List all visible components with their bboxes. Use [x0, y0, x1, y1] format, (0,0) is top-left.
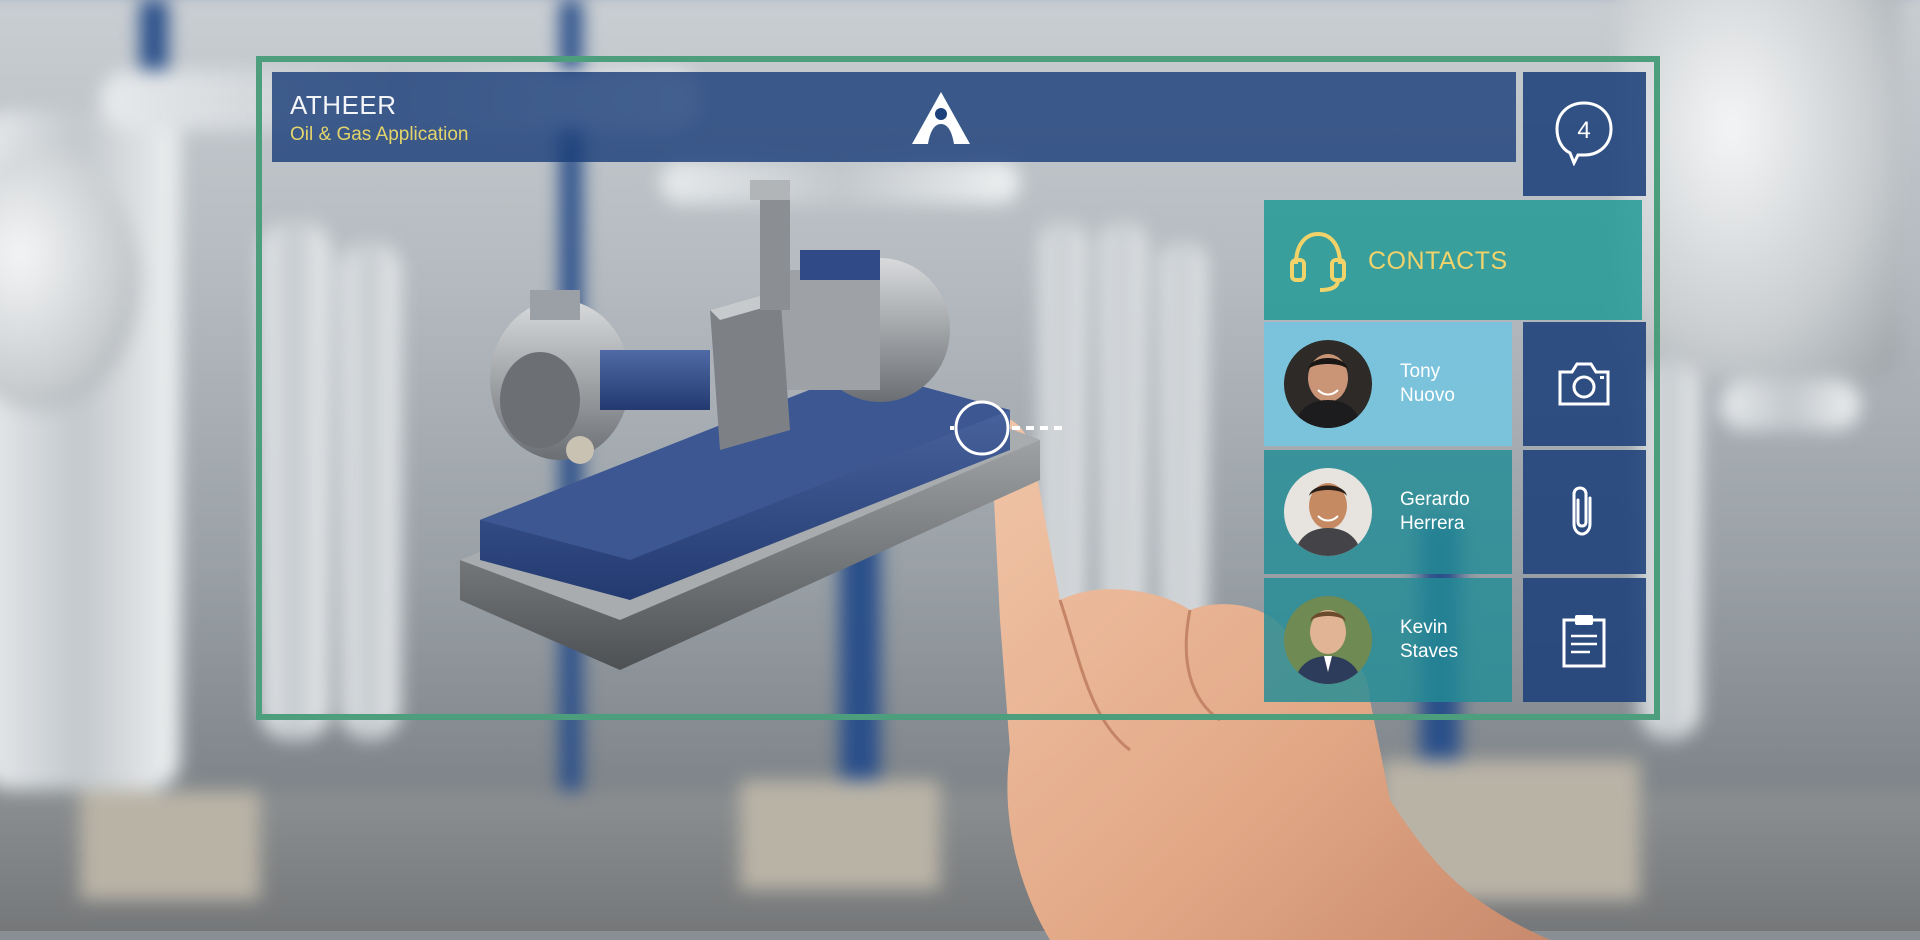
avatar — [1284, 596, 1372, 684]
notifications-button[interactable]: 4 — [1523, 72, 1646, 196]
contact-item-tony-nuovo[interactable]: Tony Nuovo — [1264, 322, 1512, 446]
contact-first-name: Kevin — [1400, 617, 1448, 638]
paperclip-icon — [1572, 486, 1592, 536]
app-header: ATHEER Oil & Gas Application — [272, 72, 1516, 162]
contact-last-name: Staves — [1400, 641, 1459, 662]
atheer-logo-icon — [912, 92, 970, 144]
contact-item-gerardo-herrera[interactable]: Gerardo Herrera — [1264, 450, 1512, 574]
contact-first-name: Tony — [1400, 361, 1441, 382]
clipboard-icon — [1562, 615, 1606, 668]
contact-first-name: Gerardo — [1400, 489, 1470, 510]
contact-name: Kevin Staves — [1400, 616, 1510, 664]
contacts-panel-header[interactable]: CONTACTS — [1264, 200, 1642, 320]
camera-button[interactable] — [1523, 322, 1646, 446]
attach-button[interactable] — [1523, 450, 1646, 574]
contact-name: Gerardo Herrera — [1400, 488, 1510, 536]
notification-count: 4 — [1577, 117, 1590, 144]
contact-last-name: Nuovo — [1400, 385, 1455, 406]
camera-icon — [1558, 362, 1610, 406]
avatar — [1284, 340, 1372, 428]
clipboard-button[interactable] — [1523, 578, 1646, 702]
headset-icon — [1290, 231, 1346, 292]
app-brand: ATHEER — [290, 90, 397, 120]
contact-last-name: Herrera — [1400, 513, 1465, 534]
chat-bubble-icon: 4 — [1555, 101, 1613, 166]
app-subtitle: Oil & Gas Application — [290, 124, 469, 145]
contacts-title: CONTACTS — [1368, 247, 1508, 275]
contact-name: Tony Nuovo — [1400, 360, 1510, 408]
contact-item-kevin-staves[interactable]: Kevin Staves — [1264, 578, 1512, 702]
avatar — [1284, 468, 1372, 556]
